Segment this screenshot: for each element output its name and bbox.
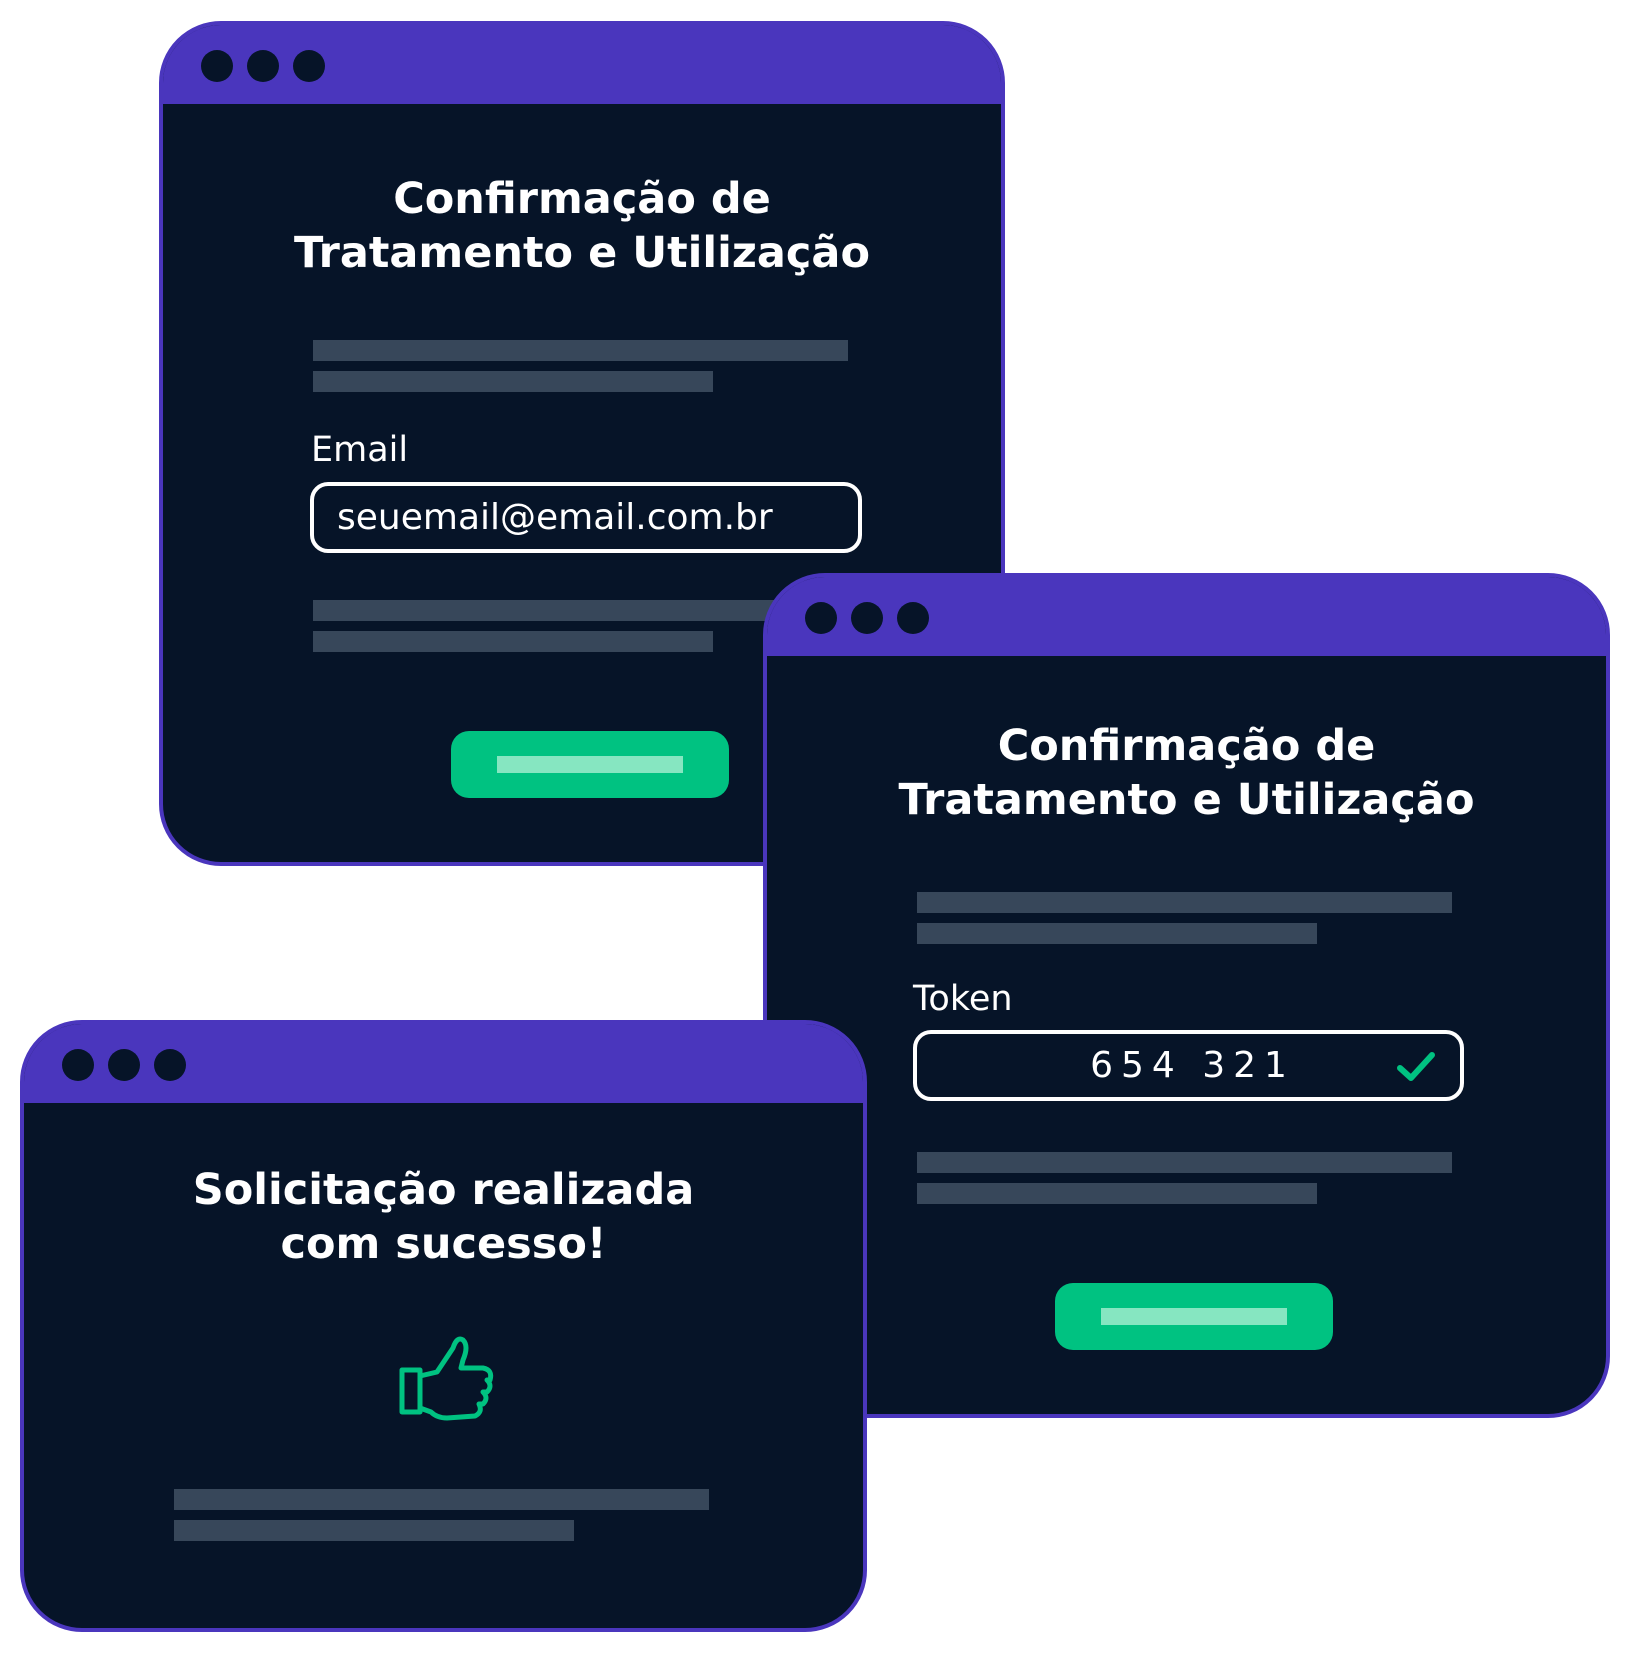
window-title-bar <box>163 25 1001 104</box>
window-title-bar <box>24 1024 863 1103</box>
token-confirmation-window: Confirmação de Tratamento e Utilização T… <box>763 573 1610 1418</box>
text-placeholder-bar <box>313 340 848 361</box>
text-placeholder-bar <box>917 892 1452 913</box>
window-heading-line-2: Tratamento e Utilização <box>294 228 870 278</box>
success-heading-line-1: Solicitação realizada <box>192 1165 695 1215</box>
thumbs-up-icon <box>399 1336 494 1421</box>
window-heading-line-2: Tratamento e Utilização <box>898 775 1475 825</box>
window-control-dot[interactable] <box>851 602 883 634</box>
email-field[interactable]: seuemail@email.com.br <box>310 482 862 553</box>
text-placeholder-bar <box>917 923 1317 944</box>
window-control-dot[interactable] <box>293 50 325 82</box>
text-placeholder-bar <box>313 371 713 392</box>
submit-button[interactable] <box>451 731 729 798</box>
token-label: Token <box>913 979 1013 1019</box>
button-label-placeholder <box>497 756 683 773</box>
window-control-dot[interactable] <box>154 1049 186 1081</box>
text-placeholder-bar <box>917 1183 1317 1204</box>
window-control-dot[interactable] <box>62 1049 94 1081</box>
success-heading-line-2: com sucesso! <box>280 1219 607 1269</box>
button-label-placeholder <box>1101 1308 1287 1325</box>
token-field[interactable]: 654 321 <box>913 1030 1464 1101</box>
window-control-dot[interactable] <box>247 50 279 82</box>
token-field-value: 654 321 <box>1090 1045 1295 1086</box>
window-control-dot[interactable] <box>108 1049 140 1081</box>
submit-button[interactable] <box>1055 1283 1333 1350</box>
window-title-bar <box>767 577 1606 656</box>
email-label: Email <box>311 430 409 470</box>
window-control-dot[interactable] <box>897 602 929 634</box>
text-placeholder-bar <box>174 1489 709 1510</box>
success-window: Solicitação realizada com sucesso! <box>20 1020 867 1632</box>
checkmark-icon <box>1397 1052 1435 1081</box>
window-control-dot[interactable] <box>805 602 837 634</box>
window-heading-line-1: Confirmação de <box>393 174 771 224</box>
window-heading-line-1: Confirmação de <box>997 721 1376 771</box>
window-control-dot[interactable] <box>201 50 233 82</box>
text-placeholder-bar <box>174 1520 574 1541</box>
email-field-value: seuemail@email.com.br <box>337 497 773 538</box>
text-placeholder-bar <box>917 1152 1452 1173</box>
text-placeholder-bar <box>313 631 713 652</box>
